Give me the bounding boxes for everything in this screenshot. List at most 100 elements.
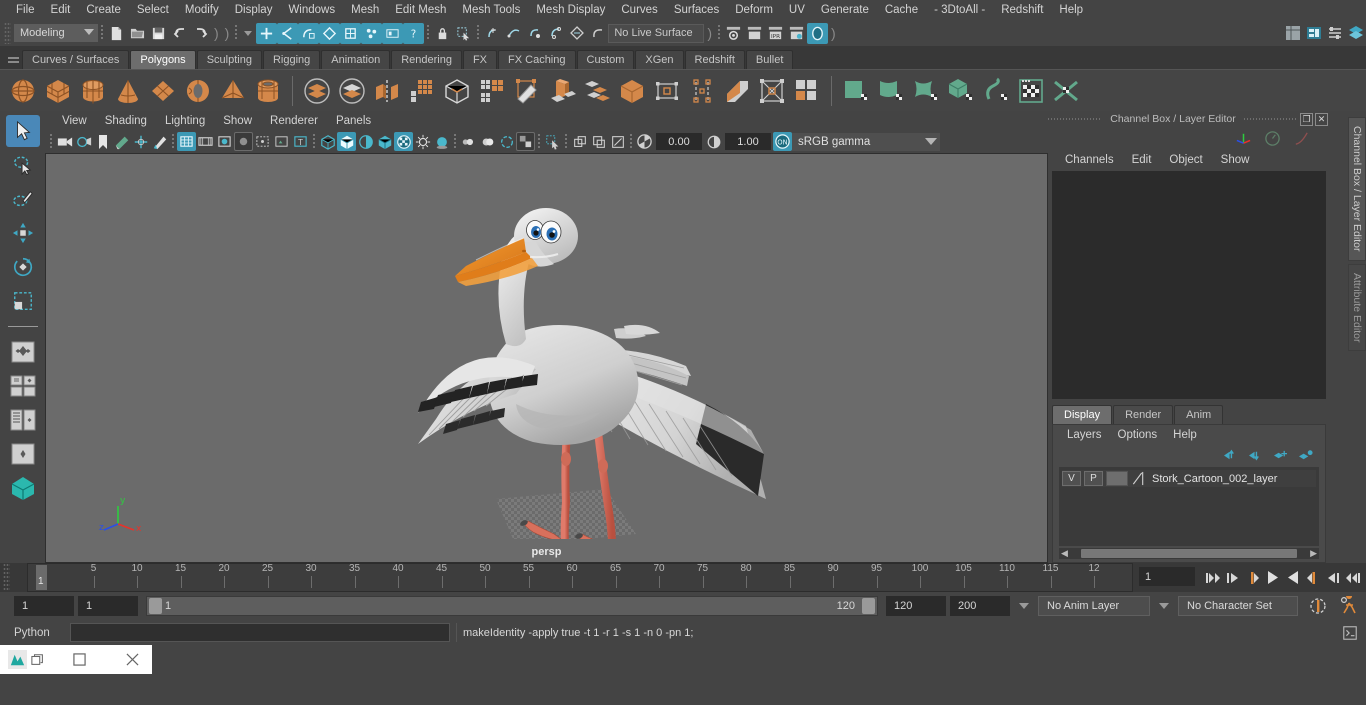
menu-edit[interactable]: Edit (43, 0, 79, 20)
select-mask-dynamics-icon[interactable] (382, 22, 404, 44)
new-scene-icon[interactable] (106, 23, 127, 44)
shelf-tab-bullet[interactable]: Bullet (745, 50, 794, 69)
step-forward-key-icon[interactable] (1324, 569, 1341, 586)
step-forward-frame-icon[interactable] (1304, 569, 1321, 586)
uv-planar-icon[interactable] (839, 74, 873, 108)
open-scene-icon[interactable] (127, 23, 148, 44)
viewport-menu-panels[interactable]: Panels (327, 115, 380, 127)
chevron-down-icon[interactable] (1159, 603, 1169, 609)
tab-display[interactable]: Display (1052, 405, 1113, 424)
show-hide-editors-icon[interactable] (1282, 23, 1303, 44)
menu-cache[interactable]: Cache (877, 0, 926, 20)
menu-set-selector[interactable]: Modeling (14, 24, 98, 42)
poke-face-icon[interactable] (755, 74, 789, 108)
viewport-menu-renderer[interactable]: Renderer (261, 115, 327, 127)
scale-tool[interactable] (6, 285, 40, 317)
render-sequence-icon[interactable] (744, 23, 765, 44)
menu-3dtoall[interactable]: - 3DtoAll - (926, 0, 993, 20)
restore-icon[interactable]: ❐ (1300, 112, 1313, 126)
maximize-window-icon[interactable] (62, 646, 98, 673)
xray-joints-icon[interactable] (570, 132, 589, 151)
snap-grid-icon[interactable] (482, 23, 503, 44)
rotate-tool[interactable] (6, 251, 40, 283)
select-mask-misc-icon[interactable]: ? (403, 22, 425, 44)
snap-point-icon[interactable] (524, 23, 545, 44)
menu-redshift[interactable]: Redshift (993, 0, 1051, 20)
app-icon[interactable] (8, 650, 27, 669)
menu-edit-mesh[interactable]: Edit Mesh (387, 0, 454, 20)
play-forwards-icon[interactable] (1284, 569, 1301, 586)
resolution-gate-icon[interactable] (215, 132, 234, 151)
motion-blur-icon[interactable] (459, 132, 478, 151)
multisample-icon[interactable] (478, 132, 497, 151)
range-end-handle[interactable] (862, 598, 875, 614)
channel-box-menu-object[interactable]: Object (1160, 154, 1211, 166)
range-slider[interactable]: 1 120 (146, 596, 878, 616)
uv-spherical-icon[interactable] (909, 74, 943, 108)
auto-keyframe-icon[interactable] (1302, 596, 1334, 616)
grease-pencil-icon[interactable] (150, 132, 169, 151)
select-mask-nurbs-icon[interactable] (319, 22, 341, 44)
uv-editor-icon[interactable] (1014, 74, 1048, 108)
animation-preferences-icon[interactable] (1338, 596, 1366, 616)
new-layer-icon[interactable] (1273, 449, 1288, 462)
film-gate-icon[interactable] (196, 132, 215, 151)
menu-mesh[interactable]: Mesh (343, 0, 387, 20)
menu-select[interactable]: Select (129, 0, 177, 20)
uv-automatic-icon[interactable] (944, 74, 978, 108)
channel-box-menu-show[interactable]: Show (1212, 154, 1259, 166)
speed-icon[interactable] (1264, 130, 1281, 147)
lasso-select-tool[interactable] (6, 149, 40, 181)
anim-layer-selector[interactable]: No Anim Layer (1038, 596, 1150, 616)
select-mask-deform-icon[interactable] (361, 22, 383, 44)
outliner-persp-layout[interactable] (6, 404, 40, 436)
range-start-handle[interactable] (149, 598, 162, 614)
depth-of-field-icon[interactable] (497, 132, 516, 151)
use-all-lights-icon[interactable] (394, 132, 413, 151)
gamma-field[interactable]: 1.00 (725, 133, 771, 150)
shaded-wireframe-icon[interactable] (356, 132, 375, 151)
chevron-down-icon[interactable] (244, 30, 253, 36)
shelf-tab-sculpting[interactable]: Sculpting (196, 50, 262, 69)
shelf-tab-rigging[interactable]: Rigging (262, 50, 321, 69)
quad-draw-icon[interactable] (790, 74, 824, 108)
menu-help[interactable]: Help (1051, 0, 1091, 20)
menu-create[interactable]: Create (78, 0, 129, 20)
tab-anim[interactable]: Anim (1174, 405, 1224, 424)
tab-render[interactable]: Render (1113, 405, 1174, 424)
render-settings-icon[interactable] (786, 23, 807, 44)
undo-icon[interactable] (169, 23, 190, 44)
bookmark-icon[interactable] (93, 132, 112, 151)
current-frame-field[interactable]: 1 (1139, 567, 1195, 586)
layer-list-scrollbar[interactable]: ◀ ▶ (1059, 548, 1319, 559)
title-safe-icon[interactable]: T (291, 132, 310, 151)
select-by-hierarchy-icon[interactable] (256, 22, 278, 44)
new-layer-from-selected-icon[interactable] (1298, 449, 1313, 462)
play-backwards-icon[interactable] (1264, 569, 1281, 586)
boolean-union-icon[interactable] (300, 74, 334, 108)
poly-pyramid-icon[interactable] (216, 74, 250, 108)
character-set-selector[interactable]: No Character Set (1178, 596, 1298, 616)
command-input[interactable] (70, 623, 450, 642)
poly-torus-icon[interactable] (181, 74, 215, 108)
uv-cut-sew-icon[interactable] (1049, 74, 1083, 108)
playback-end-field[interactable]: 120 (886, 596, 946, 616)
shelf-tab-fx[interactable]: FX (462, 50, 498, 69)
textured-icon[interactable] (375, 132, 394, 151)
layer-visibility-toggle[interactable]: V (1062, 471, 1081, 486)
viewport-menu-shading[interactable]: Shading (96, 115, 156, 127)
bridge-icon[interactable] (615, 74, 649, 108)
snap-view-plane-icon[interactable] (566, 23, 587, 44)
time-slider[interactable]: 1 5 10 15 20 25 30 35 40 45 50 55 60 65 70 75 80 85 90 95 1… (27, 563, 1133, 592)
shelf-tab-custom[interactable]: Custom (576, 50, 635, 69)
2d-pan-zoom-icon[interactable] (131, 132, 150, 151)
shelf-tab-fx-caching[interactable]: FX Caching (498, 50, 576, 69)
menu-generate[interactable]: Generate (813, 0, 877, 20)
smooth-shade-icon[interactable] (337, 132, 356, 151)
smooth-icon[interactable] (440, 74, 474, 108)
combine-icon[interactable] (405, 74, 439, 108)
render-current-frame-icon[interactable] (723, 23, 744, 44)
separate-icon[interactable] (475, 74, 509, 108)
shelf-tab-xgen[interactable]: XGen (635, 50, 684, 69)
safe-action-icon[interactable] (272, 132, 291, 151)
